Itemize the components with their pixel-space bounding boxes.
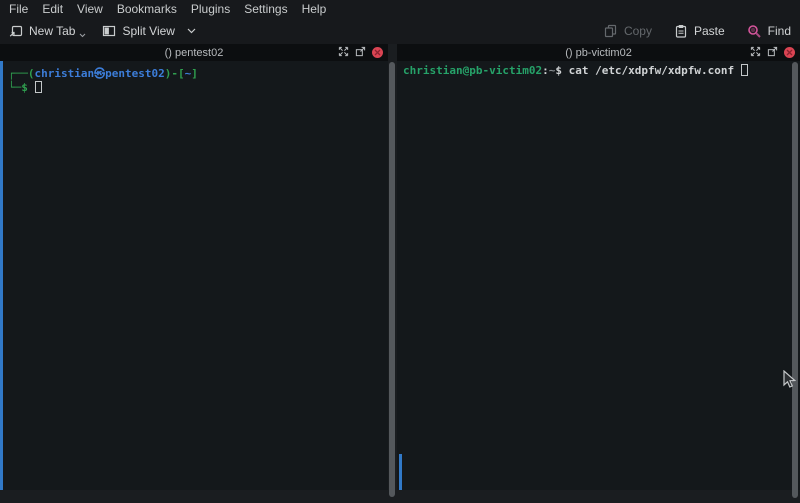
split-view-area: () pentest02	[0, 44, 800, 490]
close-icon	[786, 49, 793, 56]
prompt-symbol: └─$	[8, 81, 28, 94]
close-pane-button[interactable]	[784, 47, 795, 58]
menu-edit[interactable]: Edit	[42, 2, 63, 16]
pane-header-left[interactable]: () pentest02	[0, 44, 388, 61]
close-icon	[374, 49, 381, 56]
splitter-handle[interactable]	[389, 62, 395, 497]
menu-settings[interactable]: Settings	[244, 2, 287, 16]
prompt-line-2: └─$	[8, 81, 384, 95]
find-icon	[747, 24, 762, 39]
pane-title-left: () pentest02	[165, 47, 224, 59]
menu-file[interactable]: File	[9, 2, 28, 16]
copy-icon	[604, 24, 618, 38]
find-button[interactable]: Find	[747, 24, 791, 39]
terminal-pane-pb-victim02: () pb-victim02	[397, 44, 800, 490]
menu-help[interactable]: Help	[302, 2, 327, 16]
split-view-label: Split View	[122, 24, 174, 38]
prompt-decor: )-[	[165, 67, 185, 80]
copy-button[interactable]: Copy	[604, 24, 652, 38]
chevron-down-icon	[187, 28, 196, 34]
detach-pane-icon[interactable]	[355, 46, 366, 60]
split-view-button[interactable]: Split View	[102, 24, 195, 38]
paste-button[interactable]: Paste	[674, 24, 725, 38]
typed-command: cat /etc/xdpfw/xdpfw.conf	[569, 64, 735, 77]
close-pane-button[interactable]	[372, 47, 383, 58]
prompt-user-host: christian㉿pentest02	[35, 67, 165, 80]
menu-bar: File Edit View Bookmarks Plugins Setting…	[0, 0, 800, 18]
terminal-left[interactable]: ┌──(christian㉿pentest02)-[~] └─$	[0, 61, 388, 490]
scrollbar-left-pane[interactable]	[0, 61, 3, 490]
toolbar: New Tab Split View	[0, 18, 800, 44]
pane-title-right: () pb-victim02	[565, 47, 632, 59]
terminal-cursor	[741, 64, 748, 76]
detach-pane-icon[interactable]	[767, 46, 778, 60]
menu-view[interactable]: View	[77, 2, 103, 16]
prompt-decor: ┌──(	[8, 67, 35, 80]
new-tab-label: New Tab	[29, 24, 75, 38]
pane-splitter[interactable]	[388, 44, 397, 490]
terminal-cursor	[35, 81, 42, 93]
find-label: Find	[768, 24, 791, 38]
paste-label: Paste	[694, 24, 725, 38]
copy-label: Copy	[624, 24, 652, 38]
terminal-right[interactable]: christian@pb-victim02:~$ cat /etc/xdpfw/…	[397, 61, 800, 490]
mouse-cursor	[783, 370, 796, 394]
new-tab-menu-caret-icon	[79, 33, 86, 38]
right-edge-handle[interactable]	[792, 62, 798, 498]
prompt-user-host: christian@pb-victim02	[403, 64, 542, 77]
window-bottom-edge	[0, 490, 800, 503]
pane-header-left-icons	[338, 44, 383, 61]
menu-bookmarks[interactable]: Bookmarks	[117, 2, 177, 16]
scrollbar-right-pane-thumb[interactable]	[399, 454, 402, 490]
prompt-line-1: ┌──(christian㉿pentest02)-[~]	[8, 67, 384, 81]
maximize-pane-icon[interactable]	[750, 46, 761, 60]
maximize-pane-icon[interactable]	[338, 46, 349, 60]
split-view-icon	[102, 24, 116, 38]
new-tab-button[interactable]: New Tab	[9, 24, 86, 38]
paste-icon	[674, 24, 688, 38]
toolbar-right-group: Copy Paste	[582, 24, 791, 39]
pane-header-right-icons	[750, 44, 795, 61]
prompt-symbol: $	[555, 64, 568, 77]
terminal-pane-pentest02: () pentest02	[0, 44, 388, 490]
konsole-window: File Edit View Bookmarks Plugins Setting…	[0, 0, 800, 503]
pane-header-right[interactable]: () pb-victim02	[397, 44, 800, 61]
menu-plugins[interactable]: Plugins	[191, 2, 230, 16]
prompt-decor: ]	[191, 67, 198, 80]
prompt-line: christian@pb-victim02:~$ cat /etc/xdpfw/…	[403, 64, 796, 78]
prompt-separator: :	[542, 64, 549, 77]
new-tab-icon	[9, 24, 23, 38]
